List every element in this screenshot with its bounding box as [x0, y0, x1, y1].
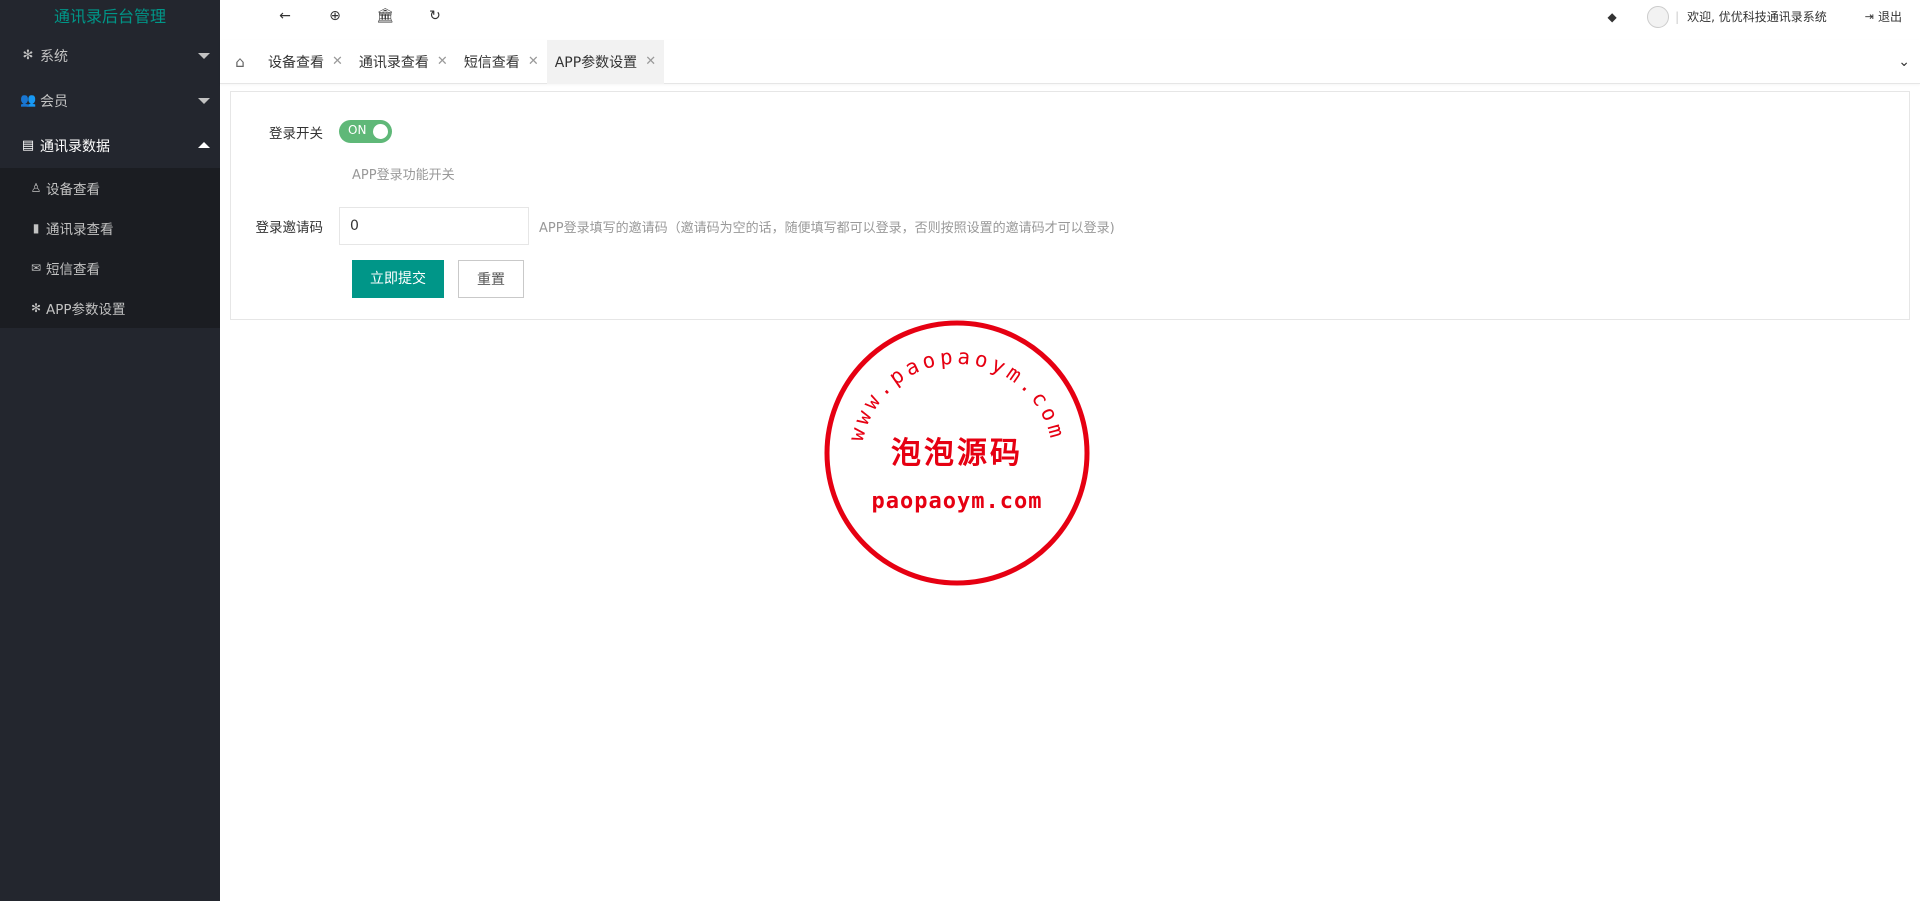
- avatar[interactable]: [1647, 5, 1670, 28]
- close-icon[interactable]: ✕: [528, 54, 539, 69]
- header-user-area: ◆ | 欢迎, 优优科技通讯录系统 ⇥ 退出: [1597, 0, 1920, 33]
- gear-icon: ✻: [22, 48, 34, 63]
- sidebar-group-label: 会员: [40, 93, 68, 110]
- sidebar-item-label: APP参数设置: [46, 302, 126, 318]
- sidebar-group-label: 通讯录数据: [40, 138, 110, 155]
- gear-icon: ✻: [30, 301, 42, 315]
- sidebar-group-contacts-data[interactable]: ▤ 通讯录数据: [0, 123, 220, 168]
- stamp-center-text: 泡泡源码: [891, 436, 1023, 471]
- login-switch-label: 登录开关: [269, 125, 323, 142]
- header-separator: |: [1675, 9, 1680, 24]
- top-header: ← ⊕ 🏛 ↻ ◆ | 欢迎, 优优科技通讯录系统 ⇥ 退出: [220, 0, 1920, 33]
- sidebar-item-devices[interactable]: ♙ 设备查看: [0, 168, 220, 208]
- tab-sms[interactable]: 短信查看 ✕: [456, 40, 547, 84]
- users-icon: 👥: [20, 93, 37, 108]
- login-switch-help-row: APP登录功能开关: [352, 164, 455, 183]
- sidebar-item-label: 设备查看: [46, 182, 100, 198]
- home-icon[interactable]: ⌂: [220, 53, 260, 71]
- tab-bar: ⌂ 设备查看 ✕ 通讯录查看 ✕ 短信查看 ✕ APP参数设置 ✕ ⌄: [220, 39, 1920, 84]
- sidebar-item-label: 通讯录查看: [46, 222, 114, 238]
- sidebar-group-label: 系统: [40, 48, 68, 65]
- back-arrow-icon[interactable]: ←: [270, 0, 300, 33]
- logout-label: 退出: [1877, 10, 1902, 24]
- sidebar-subnav: ♙ 设备查看 ▮ 通讯录查看 ✉ 短信查看 ✻ APP参数设置: [0, 168, 220, 328]
- sidebar-item-sms[interactable]: ✉ 短信查看: [0, 248, 220, 288]
- watermark-stamp-logo: www.paopaoym.com 泡泡源码 paopaoym.com: [824, 320, 1090, 586]
- tab-contacts[interactable]: 通讯录查看 ✕: [351, 40, 456, 84]
- sign-out-icon: ⇥: [1864, 10, 1874, 23]
- sidebar-item-contacts[interactable]: ▮ 通讯录查看: [0, 208, 220, 248]
- tab-devices[interactable]: 设备查看 ✕: [260, 40, 351, 84]
- close-icon[interactable]: ✕: [437, 54, 448, 69]
- tab-label: 短信查看: [463, 54, 520, 71]
- close-icon[interactable]: ✕: [645, 54, 656, 69]
- tag-icon[interactable]: ◆: [1597, 10, 1627, 24]
- chevron-down-icon: [198, 97, 210, 104]
- sidebar: 通讯录后台管理 ✻ 系统 👥 会员 ▤ 通讯录数据 ♙ 设备查看 ▮ 通讯录查看…: [0, 0, 220, 901]
- form-actions: 立即提交 重置: [352, 260, 524, 298]
- logout-link[interactable]: ⇥ 退出: [1865, 8, 1902, 25]
- lifebuoy-icon[interactable]: ⊕: [320, 0, 350, 33]
- app-logo-title: 通讯录后台管理: [53, 7, 166, 26]
- user-icon: ♙: [30, 181, 42, 195]
- stamp-bottom-text: paopaoym.com: [872, 489, 1043, 514]
- chevron-down-icon: [198, 52, 210, 59]
- invite-code-help: APP登录填写的邀请码（邀请码为空的话，随便填写都可以登录，否则按照设置的邀请码…: [539, 220, 1115, 236]
- invite-code-row: 登录邀请码 APP登录填写的邀请码（邀请码为空的话，随便填写都可以登录，否则按照…: [231, 207, 1115, 245]
- envelope-icon: ✉: [30, 261, 42, 275]
- close-icon[interactable]: ✕: [332, 54, 343, 69]
- invite-code-input[interactable]: [339, 207, 529, 245]
- stamp-arc-text: www.paopaoym.com: [844, 345, 1070, 444]
- tab-label: 通讯录查看: [358, 54, 429, 71]
- chevron-down-icon[interactable]: ⌄: [1898, 40, 1910, 84]
- settings-form-card: 登录开关 ON APP登录功能开关 登录邀请码 APP登录填写的邀请码（邀请码为…: [230, 91, 1910, 320]
- switch-knob: [373, 124, 388, 139]
- invite-code-label: 登录邀请码: [255, 220, 324, 236]
- sidebar-item-label: 短信查看: [46, 262, 100, 278]
- submit-button[interactable]: 立即提交: [352, 260, 444, 298]
- sidebar-group-system[interactable]: ✻ 系统: [0, 33, 220, 78]
- tab-app-settings[interactable]: APP参数设置 ✕: [546, 39, 665, 84]
- book-icon: ▮: [32, 221, 40, 235]
- sidebar-item-app-settings[interactable]: ✻ APP参数设置: [0, 288, 220, 328]
- refresh-icon[interactable]: ↻: [420, 0, 450, 33]
- tab-label: 设备查看: [268, 54, 324, 71]
- login-switch-help: APP登录功能开关: [352, 168, 455, 183]
- welcome-text[interactable]: 欢迎, 优优科技通讯录系统: [1687, 8, 1827, 25]
- tab-label: APP参数设置: [554, 54, 638, 71]
- login-switch-toggle[interactable]: ON: [339, 120, 392, 143]
- id-card-icon: ▤: [21, 138, 35, 153]
- login-switch-row: 登录开关 ON: [231, 120, 392, 143]
- switch-state-text: ON: [348, 123, 367, 137]
- sidebar-group-members[interactable]: 👥 会员: [0, 78, 220, 123]
- bank-icon[interactable]: 🏛: [370, 0, 400, 33]
- chevron-up-icon: [198, 141, 210, 148]
- reset-button[interactable]: 重置: [458, 260, 524, 298]
